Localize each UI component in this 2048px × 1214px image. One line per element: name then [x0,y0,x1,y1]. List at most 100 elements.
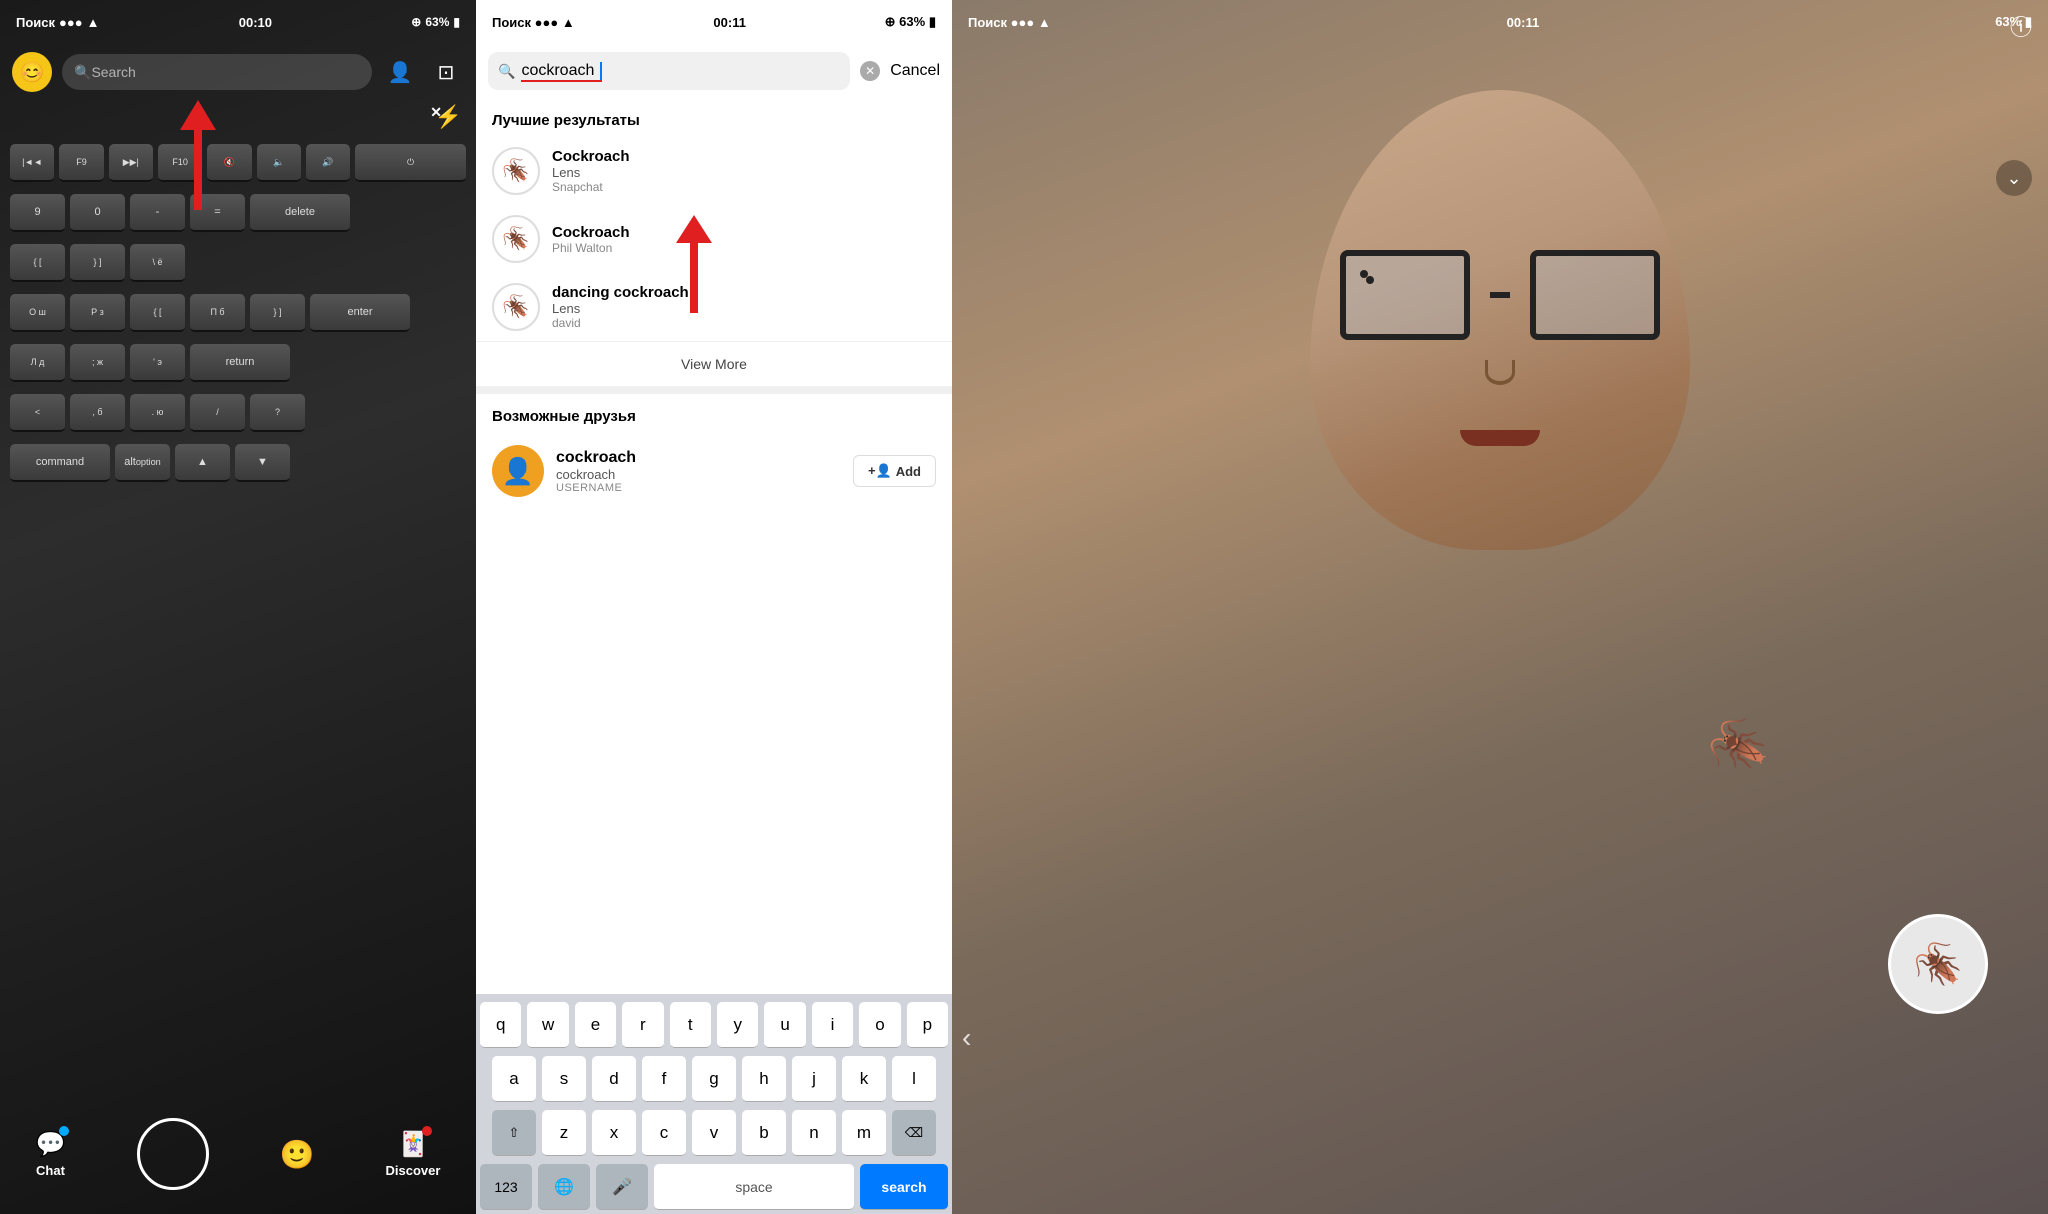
key-x[interactable]: x [592,1110,636,1156]
key-w[interactable]: w [527,1002,568,1048]
key-a[interactable]: a [492,1056,536,1102]
key-s[interactable]: s [542,1056,586,1102]
key-g[interactable]: g [692,1056,736,1102]
key-y[interactable]: y [717,1002,758,1048]
key-h[interactable]: h [742,1056,786,1102]
result-avatar-1: 🪳 [492,147,540,195]
search-input-wrapper: cockroach [521,62,601,80]
key-q[interactable]: q [480,1002,521,1048]
key-mic[interactable]: 🎤 [596,1164,648,1210]
key-backspace[interactable]: ⌫ [892,1110,936,1156]
key-123[interactable]: 123 [480,1164,532,1210]
key-comma: , б [70,394,125,432]
key-space[interactable]: space [654,1164,854,1210]
result-source-1: Snapchat [552,180,936,194]
key-f10: ▶▶| [109,144,153,182]
key-shift[interactable]: ⇧ [492,1110,536,1156]
key-f[interactable]: f [642,1056,686,1102]
user-avatar[interactable]: 😊 [12,52,52,92]
battery-icon-left: ▮ [453,15,460,29]
glasses-bridge [1490,292,1510,298]
friend-item-1: 👤 cockroach cockroach USERNAME +👤 Add [476,433,952,509]
nav-discover[interactable]: 🃏 Discover [386,1130,441,1178]
key-l[interactable]: l [892,1056,936,1102]
status-left-mid: Поиск ●●● ▲ [492,15,575,30]
key-tri1: ▲ [175,444,230,482]
key-i[interactable]: i [812,1002,853,1048]
key-cyrl1: { [ [10,244,65,282]
key-r: Р з [70,294,125,332]
key-slash: / [190,394,245,432]
cancel-button[interactable]: Cancel [890,62,940,80]
signal-mid: ●●● [535,15,559,30]
key-r[interactable]: r [622,1002,663,1048]
key-m[interactable]: m [842,1110,886,1156]
close-flash-icon[interactable]: ✕ [430,104,442,121]
result-type-3: Lens [552,301,936,316]
key-globe[interactable]: 🌐 [538,1164,590,1210]
clear-search-button[interactable]: ✕ [860,61,880,81]
wifi-right: ▲ [1038,15,1051,30]
active-lens-selector[interactable]: 🪳 [1888,914,1988,1014]
emoji-icon: 🙂 [280,1138,315,1171]
key-j[interactable]: j [792,1056,836,1102]
search-icon-mid: 🔍 [498,63,515,80]
info-button[interactable]: ⓘ [2010,10,2032,42]
result-name-1: Cockroach [552,148,936,165]
add-friend-button[interactable]: 👤 [382,54,418,90]
key-u[interactable]: u [764,1002,805,1048]
key-t[interactable]: t [670,1002,711,1048]
key-rbr: } ] [250,294,305,332]
signal-right: ●●● [1011,15,1035,30]
key-p[interactable]: p [907,1002,948,1048]
search-input[interactable]: cockroach [521,62,594,79]
tutorial-arrow-left [180,100,216,210]
friend-avatar-1: 👤 [492,445,544,497]
result-info-1: Cockroach Lens Snapchat [552,148,936,194]
key-n[interactable]: n [792,1110,836,1156]
key-b[interactable]: b [742,1110,786,1156]
chevron-down-button[interactable]: ⌄ [1996,160,2032,196]
key-vol-down: 🔈 [257,144,301,182]
chevron-down-icon: ⌄ [2006,168,2021,189]
result-item-3[interactable]: 🪳 dancing cockroach Lens david [476,273,952,341]
key-o[interactable]: o [859,1002,900,1048]
panel-ar-camera: 🪳 Поиск ●●● ▲ 00:11 63% ▮ ⓘ ⌄ ‹ 🪳 [952,0,2048,1214]
view-more-button[interactable]: View More [476,341,952,386]
battery-icon-mid: ▮ [929,14,936,29]
key-cyrl3: \ ё [130,244,185,282]
key-e[interactable]: e [575,1002,616,1048]
capture-button[interactable] [137,1118,209,1190]
text-cursor [600,62,602,80]
glasses-area [1340,250,1660,340]
result-item-1[interactable]: 🪳 Cockroach Lens Snapchat [476,137,952,205]
scan-button[interactable]: ⊡ [428,54,464,90]
right-pupil [1360,270,1368,278]
key-o: О ш [10,294,65,332]
glasses-right-lens [1530,250,1660,340]
search-input-container[interactable]: 🔍 cockroach [488,52,850,90]
key-k[interactable]: k [842,1056,886,1102]
chat-label: Chat [36,1163,65,1178]
key-search[interactable]: search [860,1164,948,1210]
nose [1485,360,1515,385]
mouth [1460,430,1540,446]
key-9: 9 [10,194,65,232]
key-z[interactable]: z [542,1110,586,1156]
emoji-button[interactable]: 🙂 [280,1138,315,1171]
key-c[interactable]: c [642,1110,686,1156]
add-friend-button-1[interactable]: +👤 Add [853,455,936,487]
arrow-shaft [194,130,202,210]
key-d[interactable]: d [592,1056,636,1102]
result-item-2[interactable]: 🪳 Cockroach Phil Walton [476,205,952,273]
friend-display-name: cockroach [556,449,841,467]
key-v[interactable]: v [692,1110,736,1156]
key-enter: enter [310,294,410,332]
key-less: < [10,394,65,432]
keyboard-row-1: q w e r t y u i o p [480,1002,948,1048]
nav-back-button[interactable]: ‹ [962,1022,971,1054]
wifi-left: ▲ [87,15,100,30]
nav-chat[interactable]: 💬 Chat [36,1130,66,1178]
battery-pct-mid: 63% [899,14,925,29]
search-bar[interactable]: 🔍 Search [62,54,372,90]
